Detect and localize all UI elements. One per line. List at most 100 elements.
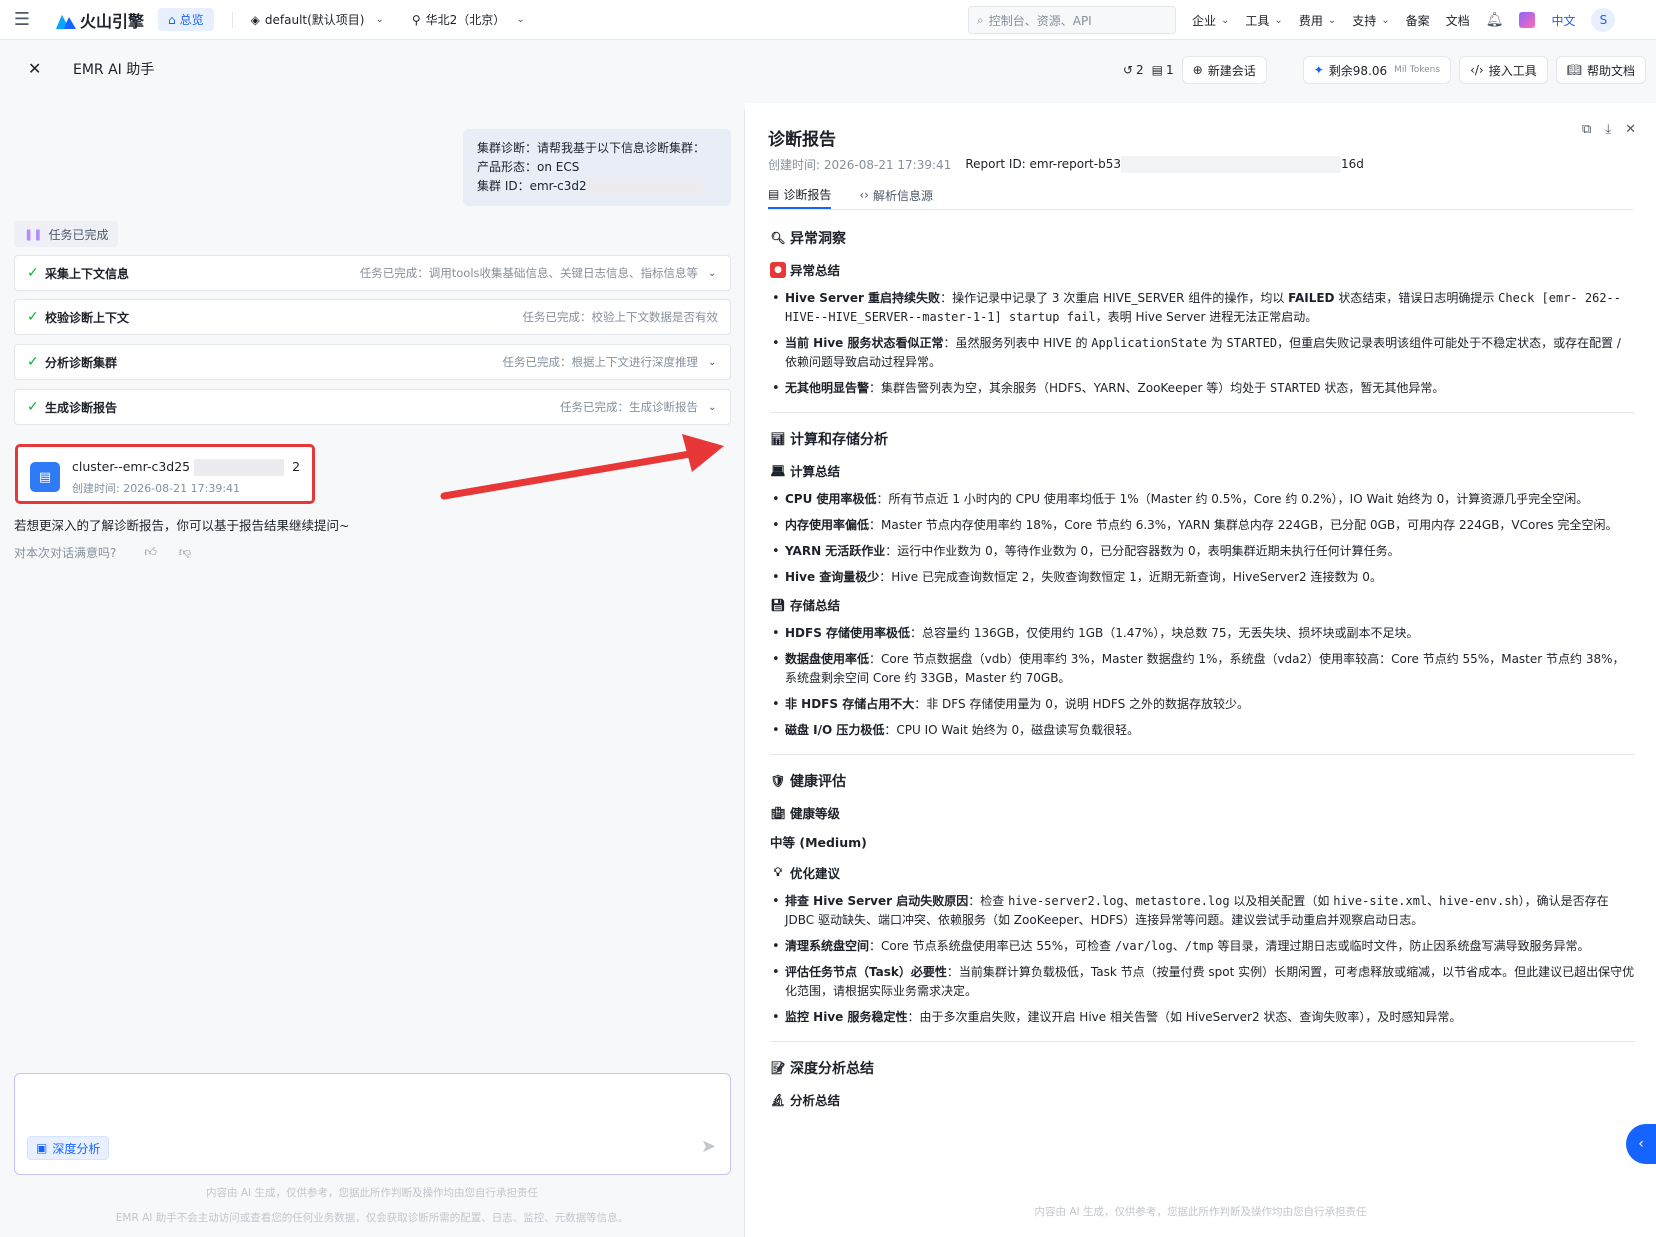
list-item: 磁盘 I/O 压力极低：CPU IO Wait 始终为 0，磁盘读写负载很轻。 <box>770 721 1635 740</box>
avatar[interactable]: S <box>1591 8 1616 32</box>
report-meta: 创建时间: 2026-08-21 17:39:41 Report ID: emr… <box>768 156 1364 173</box>
check-icon: ✓ <box>27 309 39 325</box>
global-search[interactable]: ⌕ 控制台、资源、API <box>968 6 1176 34</box>
plus-circle-icon: ⊕ <box>1192 63 1203 77</box>
thumbs-up-icon[interactable]: 👍︎ <box>144 545 157 560</box>
file-name: cluster--emr-c3d25 2 <box>72 459 301 476</box>
tab-diagnosis-report[interactable]: ▤ 诊断报告 <box>768 181 832 209</box>
chat-input[interactable] <box>25 1082 715 1132</box>
storage-list: HDFS 存储使用率极低：总容量约 136GB，仅使用约 1GB（1.47%），… <box>770 624 1635 740</box>
redaction-mask <box>586 178 703 195</box>
section-divider <box>770 754 1635 755</box>
code-icon: ‹/› <box>1470 63 1484 77</box>
document-icon: ▤ <box>1151 63 1164 77</box>
chevron-left-icon: ‹ <box>1638 1136 1644 1152</box>
home-label: 总览 <box>179 13 204 27</box>
volcano-logo-icon <box>56 14 76 29</box>
nav-menu-tools[interactable]: 工具 ⌄ <box>1245 12 1282 29</box>
report-tabs: ▤ 诊断报告 ‹› 解析信息源 <box>768 181 933 209</box>
tab-source-info[interactable]: ‹› 解析信息源 <box>859 181 933 209</box>
language-switch[interactable]: 中文 <box>1551 12 1575 29</box>
nav-menu-billing[interactable]: 费用 ⌄ <box>1299 12 1336 29</box>
documents-button[interactable]: ▤ 1 <box>1152 63 1174 77</box>
computer-icon: 💻︎ <box>770 463 786 478</box>
section-divider <box>770 1041 1635 1042</box>
copy-icon[interactable]: ⧉ <box>1582 122 1591 137</box>
annotation-arrow <box>440 434 724 500</box>
tab-underline <box>768 209 1633 210</box>
download-icon[interactable]: ⤓ <box>1605 122 1611 137</box>
task-done-badge: ❚❚ 任务已完成 <box>14 221 119 247</box>
chat-input-box: ▣ 深度分析 ➤ <box>14 1073 731 1175</box>
menu-icon[interactable]: ☰ <box>0 0 44 40</box>
history-button[interactable]: ↺ 2 <box>1123 63 1144 77</box>
thumbs-down-icon[interactable]: 👎︎ <box>179 545 191 560</box>
list-item: 监控 Hive 服务稳定性：由于多次重启失败，建议开启 Hive 相关告警（如 … <box>770 1008 1635 1027</box>
health-grade-value: 中等 (Medium) <box>770 835 867 850</box>
help-docs-button[interactable]: 📖︎ 帮助文档 <box>1555 56 1646 84</box>
report-actions: ⧉ ⤓ ✕ <box>1582 122 1636 137</box>
bell-icon[interactable]: 🔔︎ <box>1486 12 1504 28</box>
close-icon[interactable]: ✕ <box>1625 122 1636 137</box>
list-item: 评估任务节点（Task）必要性：当前集群计算负载极低，Task 节点（按量付费 … <box>770 963 1635 1001</box>
privacy-disclaimer: EMR AI 助手不会主动访问或查看您的任何业务数据，仅会获取诊断所需的配置、日… <box>115 1212 629 1224</box>
section-compute-storage: 📊︎ 计算和存储分析 <box>770 432 888 448</box>
book-icon: 📖︎ <box>1566 63 1582 77</box>
close-icon[interactable]: ✕ <box>28 59 41 78</box>
report-disclaimer: 内容由 AI 生成，仅供参考，您据此所作判断及操作均由您自行承担责任 <box>745 1204 1656 1219</box>
tokens-badge[interactable]: ✦ 剩余98.06 Mil Tokens <box>1302 56 1452 84</box>
siren-icon: ● <box>770 261 786 278</box>
report-file-card[interactable]: ▤ cluster--emr-c3d25 2 创建时间: 2026-08-21 1… <box>15 444 315 504</box>
connect-tools-button[interactable]: ‹/› 接入工具 <box>1459 56 1548 84</box>
nav-divider <box>231 11 233 28</box>
feedback-label: 对本次对话满意吗? <box>14 546 117 560</box>
list-item: HDFS 存储使用率极低：总容量约 136GB，仅使用约 1GB（1.47%），… <box>770 624 1635 643</box>
nav-menu-support[interactable]: 支持 ⌄ <box>1352 12 1389 29</box>
nav-menu-icp[interactable]: 备案 <box>1406 12 1430 29</box>
list-item: Hive 查询量极少：Hive 已完成查询数恒定 2，失败查询数恒定 1，近期无… <box>770 568 1635 587</box>
step-collect-context[interactable]: ✓ 采集上下文信息 任务已完成：调用tools收集基础信息、关键日志信息、指标信… <box>14 255 731 291</box>
anomaly-list: Hive Server 重启持续失败：操作记录中记录了 3 次重启 HIVE_S… <box>770 289 1635 398</box>
list-item: YARN 无活跃作业：运行中作业数为 0，等待作业数为 0，已分配容器数为 0，… <box>770 542 1635 561</box>
send-icon[interactable]: ➤ <box>701 1136 716 1157</box>
step-analyze-cluster[interactable]: ✓ 分析诊断集群 任务已完成：根据上下文进行深度推理 ⌄ <box>14 344 731 380</box>
subsection-optimization: 💡︎ 优化建议 <box>770 863 1635 882</box>
feedback-row: 对本次对话满意吗? 👍︎ 👎︎ <box>14 544 191 561</box>
memo-icon: 📝︎ <box>770 1061 786 1075</box>
followup-hint: 若想更深入的了解诊断报告，你可以基于报告结果继续提问~ <box>14 518 350 533</box>
report-panel: 诊断报告 ⧉ ⤓ ✕ 创建时间: 2026-08-21 17:39:41 Rep… <box>745 103 1656 1237</box>
list-item: 无其他明显告警：集群告警列表为空，其余服务（HDFS、YARN、ZooKeepe… <box>770 379 1635 398</box>
brand-logo[interactable]: 火山引擎 <box>56 8 144 32</box>
list-item: Hive Server 重启持续失败：操作记录中记录了 3 次重启 HIVE_S… <box>770 289 1635 327</box>
report-created: 创建时间: 2026-08-21 17:39:41 <box>768 158 952 172</box>
region-selector[interactable]: ⚲ 华北2（北京） ⌄ <box>412 11 525 28</box>
project-selector[interactable]: ◈ default(默认项目) ⌄ <box>251 11 384 28</box>
chevron-down-icon: ⌄ <box>708 356 717 368</box>
nav-menu-enterprise[interactable]: 企业 ⌄ <box>1192 12 1229 29</box>
deep-analysis-button[interactable]: ▣ 深度分析 <box>27 1136 110 1160</box>
assistant-header: ✕ EMR AI 助手 ↺ 2 ▤ 1 ⊕ 新建会话 ✦ 剩余98.06 Mil Toke… <box>0 41 1656 103</box>
project-label: default(默认项目) <box>264 13 365 27</box>
subsection-anomaly-summary: ● 异常总结 <box>770 260 1635 279</box>
chat-panel: 集群诊断：请帮我基于以下信息诊断集群： 产品形态：on ECS 集群 ID：em… <box>0 103 744 1237</box>
ai-assistant-icon[interactable] <box>1519 12 1536 28</box>
status-dots-icon: ❚❚ <box>24 227 43 241</box>
subsection-health-grade: 🏥︎ 健康等级 <box>770 805 841 822</box>
nav-menu-docs[interactable]: 文档 <box>1446 12 1470 29</box>
lightbulb-icon: 💡︎ <box>773 865 783 879</box>
new-chat-button[interactable]: ⊕ 新建会话 <box>1181 56 1267 84</box>
user-message: 集群诊断：请帮我基于以下信息诊断集群： 产品形态：on ECS 集群 ID：em… <box>463 129 731 206</box>
shield-icon: 🛡︎ <box>770 774 786 788</box>
home-nav-button[interactable]: ⌂ 总览 <box>158 8 214 31</box>
location-icon: ⚲ <box>411 12 421 27</box>
compute-list: CPU 使用率极低：所有节点近 1 小时内的 CPU 使用率均低于 1%（Mas… <box>770 490 1635 587</box>
step-generate-report[interactable]: ✓ 生成诊断报告 任务已完成：生成诊断报告 ⌄ <box>14 389 731 425</box>
clipboard-icon: ▣ <box>36 1141 48 1155</box>
page-title: EMR AI 助手 <box>73 62 155 78</box>
section-anomaly-insight: 🔍︎ 异常洞察 <box>770 231 846 247</box>
section-health-assessment: 🛡︎ 健康评估 <box>770 774 846 790</box>
check-icon: ✓ <box>27 399 39 415</box>
brand-name: 火山引擎 <box>80 11 145 31</box>
step-validate-context[interactable]: ✓ 校验诊断上下文 任务已完成：校验上下文数据是否有效 <box>14 299 731 335</box>
redaction-mask <box>1120 156 1341 173</box>
